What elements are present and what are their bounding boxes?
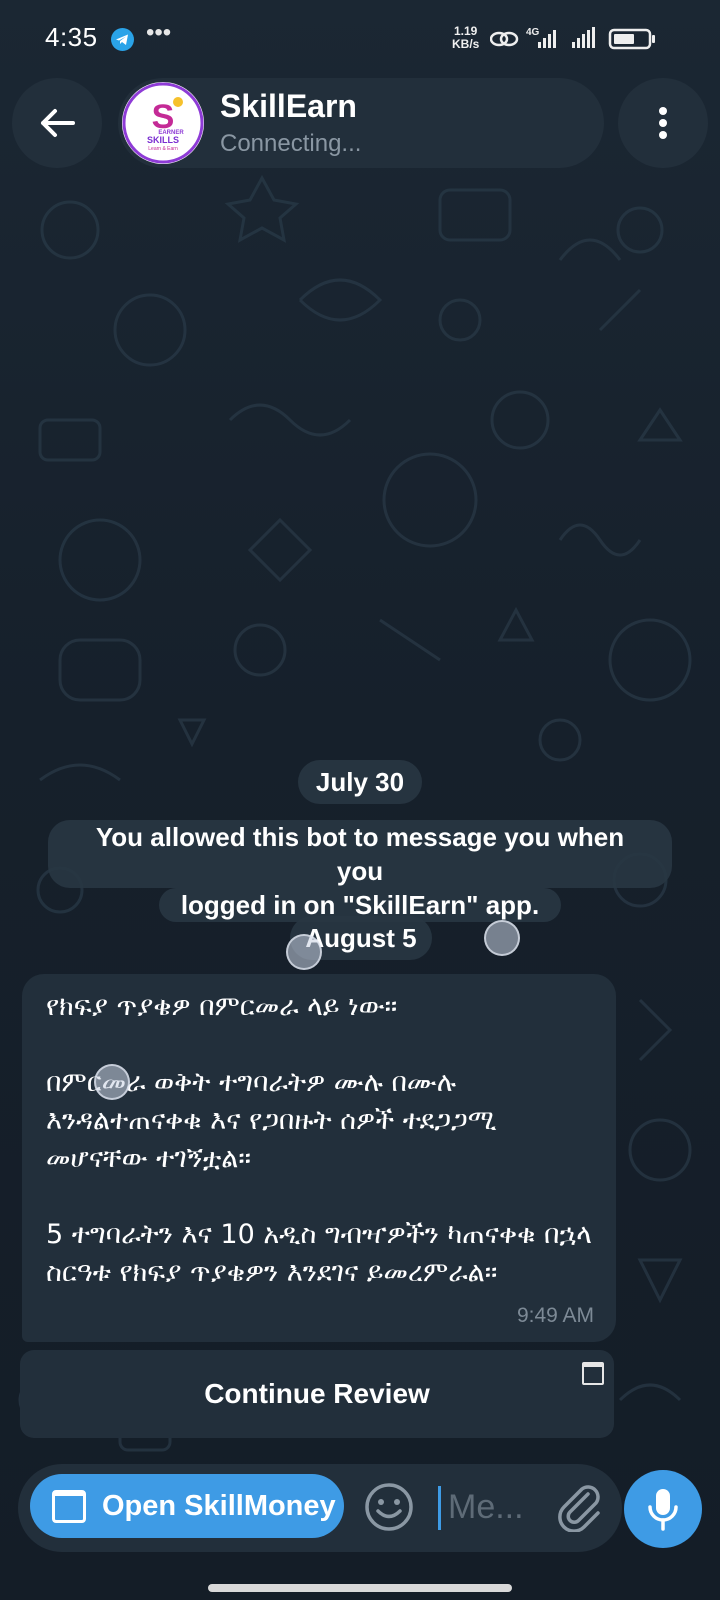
status-icons: 4G bbox=[490, 27, 655, 50]
smiley-icon bbox=[365, 1483, 413, 1531]
web-app-icon bbox=[52, 1489, 86, 1523]
continue-review-button[interactable]: Continue Review bbox=[20, 1350, 614, 1438]
paperclip-icon bbox=[558, 1485, 600, 1533]
signal-4g-icon: 4G bbox=[526, 27, 556, 48]
more-notifications-indicator: ••• bbox=[146, 19, 172, 46]
skillearn-logo: S EARNER SKILLS Learn & Earn bbox=[122, 82, 204, 164]
service-message-line: You allowed this bot to message you when… bbox=[48, 820, 672, 888]
touch-indicator bbox=[286, 934, 322, 970]
continue-review-label: Continue Review bbox=[204, 1378, 430, 1409]
telegram-notification-icon bbox=[111, 28, 134, 51]
message-composer: Open SkillMoney Me... bbox=[18, 1464, 622, 1552]
home-indicator[interactable] bbox=[208, 1584, 512, 1592]
chat-info[interactable]: S EARNER SKILLS Learn & Earn SkillEarn C… bbox=[118, 78, 604, 168]
signal-icon bbox=[572, 27, 595, 48]
message-time: 9:49 AM bbox=[516, 1304, 594, 1327]
open-skillmoney-button[interactable]: Open SkillMoney bbox=[30, 1474, 344, 1538]
more-vertical-icon bbox=[659, 107, 667, 139]
message-input[interactable]: Me... bbox=[438, 1478, 538, 1536]
message-text: የክፍያ ጥያቄዎ በምርመራ ላይ ነው። በምርመራ ወቅት ተግባራትዎ … bbox=[46, 991, 592, 1288]
attach-button[interactable] bbox=[554, 1480, 606, 1537]
voice-message-button[interactable] bbox=[624, 1470, 702, 1548]
touch-indicator bbox=[484, 920, 520, 956]
open-app-label: Open SkillMoney bbox=[102, 1489, 336, 1522]
web-app-icon bbox=[582, 1362, 604, 1385]
network-type: 4G bbox=[526, 27, 540, 38]
link-icon bbox=[490, 31, 519, 47]
back-button[interactable] bbox=[12, 78, 102, 168]
chat-title: SkillEarn bbox=[220, 88, 357, 124]
message-bubble[interactable]: የክፍያ ጥያቄዎ በምርመራ ላይ ነው። በምርመራ ወቅት ተግባራትዎ … bbox=[22, 974, 616, 1342]
date-separator: July 30 bbox=[298, 760, 422, 804]
status-bar: 4:35 ••• 1.19 KB/s 4G bbox=[0, 0, 720, 78]
arrow-left-icon bbox=[41, 109, 75, 137]
avatar-text: SKILLS bbox=[147, 135, 179, 145]
avatar-tagline: Learn & Earn bbox=[148, 146, 178, 152]
microphone-icon bbox=[648, 1489, 678, 1531]
service-message: You allowed this bot to message you when… bbox=[48, 820, 672, 922]
more-options-button[interactable] bbox=[618, 78, 708, 168]
status-time: 4:35 bbox=[45, 22, 98, 52]
text-cursor bbox=[438, 1486, 441, 1530]
message-input-placeholder: Me... bbox=[448, 1487, 524, 1526]
chat-status: Connecting... bbox=[220, 130, 362, 157]
network-speed-unit: KB/s bbox=[452, 37, 480, 51]
avatar[interactable]: S EARNER SKILLS Learn & Earn bbox=[122, 82, 204, 164]
touch-indicator bbox=[94, 1064, 130, 1100]
emoji-button[interactable] bbox=[364, 1482, 414, 1537]
battery-icon bbox=[608, 28, 655, 50]
chat-header: S EARNER SKILLS Learn & Earn SkillEarn C… bbox=[0, 78, 720, 168]
network-speed: 1.19 KB/s bbox=[452, 25, 479, 51]
